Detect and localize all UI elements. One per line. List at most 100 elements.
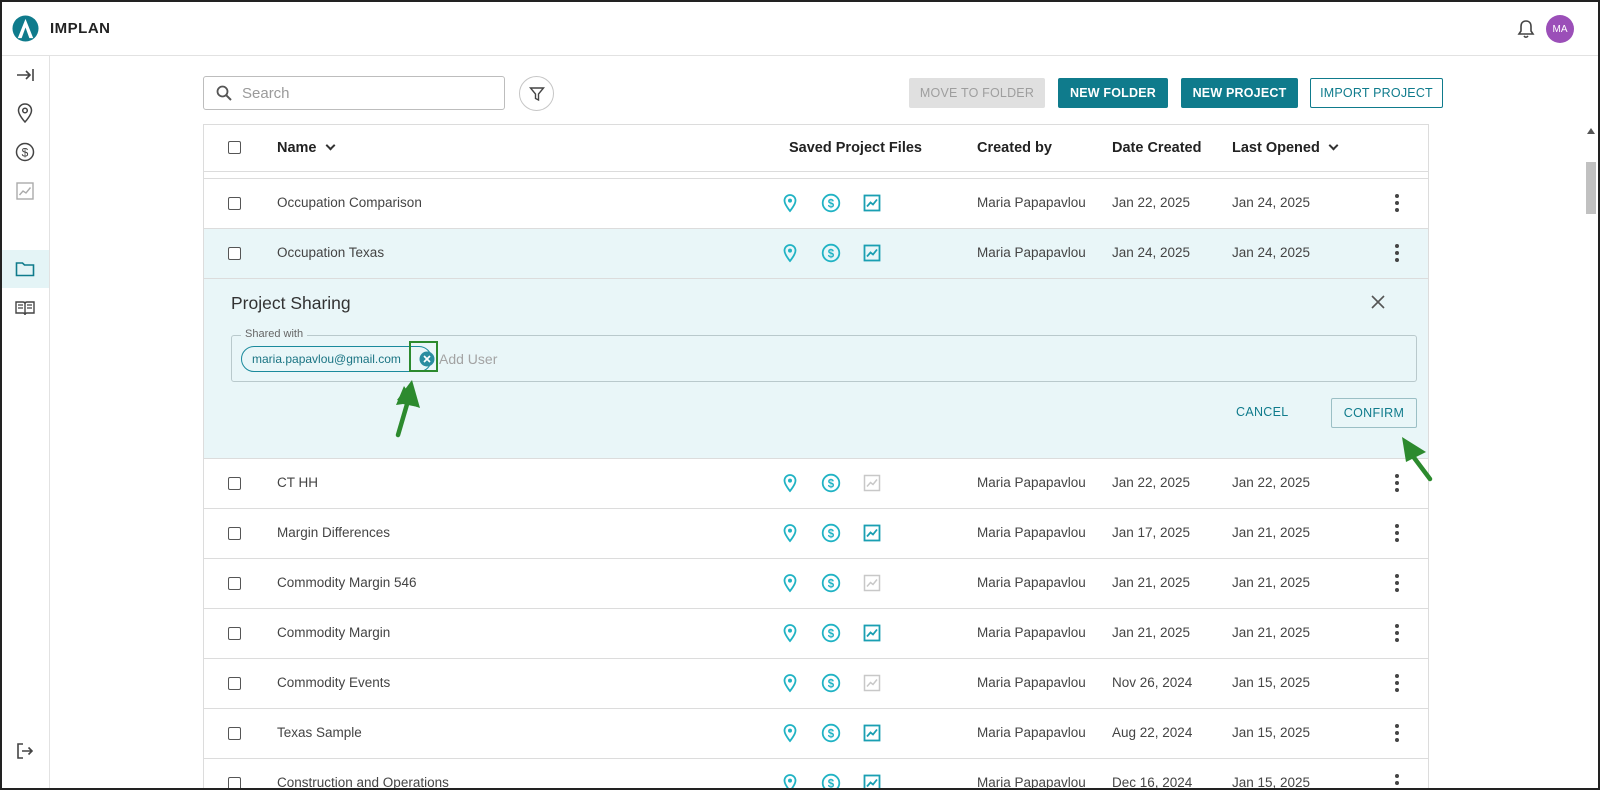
more-options-icon[interactable] (1394, 524, 1400, 542)
chart-icon[interactable] (862, 723, 882, 743)
more-options-icon[interactable] (1394, 624, 1400, 642)
project-name[interactable]: Occupation Texas (277, 245, 384, 260)
location-pin-icon[interactable] (780, 773, 800, 790)
project-name[interactable]: Texas Sample (277, 725, 362, 740)
table-row[interactable]: Commodity Events $ Maria Papapavlou Nov 26,… (204, 658, 1428, 708)
select-all-checkbox[interactable] (228, 141, 241, 154)
chart-icon[interactable] (862, 773, 882, 790)
table-row[interactable]: Margin Differences $ Maria Papapavlou Jan 1… (204, 508, 1428, 558)
location-pin-icon[interactable] (780, 473, 800, 493)
table-row[interactable]: Commodity Margin 546 $ Maria Papapavlou Jan… (204, 558, 1428, 608)
row-checkbox[interactable] (228, 727, 241, 740)
sidebar-item-results[interactable] (0, 172, 49, 210)
user-avatar[interactable]: MA (1546, 15, 1574, 43)
location-pin-icon[interactable] (780, 573, 800, 593)
shared-with-label: Shared with (241, 328, 308, 340)
new-project-button[interactable]: NEW PROJECT (1181, 78, 1298, 108)
expand-sidebar-button[interactable] (0, 56, 49, 94)
dollar-icon[interactable]: $ (821, 473, 841, 493)
more-options-icon[interactable] (1394, 724, 1400, 742)
last-opened: Jan 15, 2025 (1232, 675, 1311, 690)
row-checkbox[interactable] (228, 677, 241, 690)
row-checkbox[interactable] (228, 577, 241, 590)
more-options-icon[interactable] (1394, 474, 1400, 492)
dollar-icon[interactable]: $ (821, 523, 841, 543)
location-pin-icon[interactable] (780, 243, 800, 263)
table-row[interactable]: Construction and Operations $ Maria Papapa… (204, 758, 1428, 790)
last-opened: Jan 21, 2025 (1232, 525, 1311, 540)
project-name[interactable]: Commodity Margin (277, 625, 390, 640)
project-name[interactable]: Margin Differences (277, 525, 390, 540)
more-options-icon[interactable] (1394, 194, 1400, 212)
move-to-folder-button[interactable]: MOVE TO FOLDER (909, 78, 1045, 108)
date-created: Jan 22, 2025 (1112, 475, 1191, 490)
highlight-box (409, 341, 438, 372)
row-checkbox[interactable] (228, 527, 241, 540)
cancel-button[interactable]: CANCEL (1236, 405, 1289, 419)
more-options-icon[interactable] (1394, 674, 1400, 692)
header-date-created: Date Created (1112, 140, 1202, 156)
chart-icon[interactable] (862, 623, 882, 643)
dollar-icon[interactable]: $ (821, 723, 841, 743)
scrollbar-thumb[interactable] (1586, 162, 1596, 214)
search-input[interactable] (242, 83, 497, 103)
location-pin-icon[interactable] (780, 673, 800, 693)
sidebar-item-docs[interactable] (0, 289, 49, 327)
confirm-button[interactable]: CONFIRM (1331, 398, 1417, 428)
project-name[interactable]: CT HH (277, 475, 318, 490)
header-name[interactable]: Name (277, 140, 335, 156)
close-icon[interactable] (1369, 293, 1387, 311)
chart-icon[interactable] (862, 243, 882, 263)
scrollbar[interactable] (1584, 124, 1598, 790)
top-bar: IMPLAN MA (0, 0, 1600, 56)
more-options-icon[interactable] (1394, 774, 1400, 790)
sidebar-item-regions[interactable] (0, 94, 49, 132)
created-by: Maria Papapavlou (977, 195, 1086, 210)
chart-icon[interactable] (862, 523, 882, 543)
row-checkbox[interactable] (228, 627, 241, 640)
chart-icon[interactable] (862, 193, 882, 213)
more-options-icon[interactable] (1394, 574, 1400, 592)
dollar-icon: $ (15, 142, 34, 162)
location-pin-icon[interactable] (780, 723, 800, 743)
project-name[interactable]: Occupation Comparison (277, 195, 422, 210)
row-checkbox[interactable] (228, 197, 241, 210)
dollar-icon[interactable]: $ (821, 243, 841, 263)
project-name[interactable]: Construction and Operations (277, 775, 449, 790)
filter-button[interactable] (519, 76, 554, 111)
logout-button[interactable] (0, 732, 49, 770)
notifications-bell-icon[interactable] (1517, 19, 1535, 39)
location-pin-icon[interactable] (780, 523, 800, 543)
chart-icon (15, 182, 34, 200)
dollar-icon[interactable]: $ (821, 193, 841, 213)
dollar-icon[interactable]: $ (821, 773, 841, 790)
scroll-up-arrow-icon[interactable] (1587, 128, 1595, 134)
new-folder-button[interactable]: NEW FOLDER (1058, 78, 1168, 108)
location-pin-icon[interactable] (780, 193, 800, 213)
add-user-input[interactable] (439, 349, 739, 369)
table-row[interactable]: Occupation Comparison $ Maria Papapavlou Ja… (204, 178, 1428, 228)
table-row[interactable]: Occupation Texas $ Maria Papapavlou Jan 24,… (204, 228, 1428, 278)
dollar-icon[interactable]: $ (821, 673, 841, 693)
dollar-icon[interactable]: $ (821, 623, 841, 643)
user-chip: maria.papavlou@gmail.com (241, 346, 432, 372)
svg-text:$: $ (828, 728, 835, 740)
import-project-button[interactable]: IMPORT PROJECT (1310, 78, 1443, 108)
sidebar-item-impacts[interactable]: $ (0, 133, 49, 171)
more-options-icon[interactable] (1394, 244, 1400, 262)
table-row[interactable]: Commodity Margin $ Maria Papapavlou Jan 21,… (204, 608, 1428, 658)
project-name[interactable]: Commodity Margin 546 (277, 575, 417, 590)
row-checkbox[interactable] (228, 477, 241, 490)
date-created: Aug 22, 2024 (1112, 725, 1193, 740)
sidebar-item-projects[interactable] (0, 250, 49, 288)
row-checkbox[interactable] (228, 247, 241, 260)
table-row[interactable]: Texas Sample $ Maria Papapavlou Aug 22, 202… (204, 708, 1428, 758)
table-row[interactable]: CT HH $ Maria Papapavlou Jan 22, 2025 Jan 22… (204, 458, 1428, 508)
row-checkbox[interactable] (228, 777, 241, 790)
shared-with-field[interactable]: Shared with maria.papavlou@gmail.com (231, 328, 1417, 382)
header-last-opened[interactable]: Last Opened (1232, 140, 1339, 156)
location-pin-icon[interactable] (780, 623, 800, 643)
project-name[interactable]: Commodity Events (277, 675, 390, 690)
dollar-icon[interactable]: $ (821, 573, 841, 593)
search-box[interactable] (203, 76, 505, 110)
